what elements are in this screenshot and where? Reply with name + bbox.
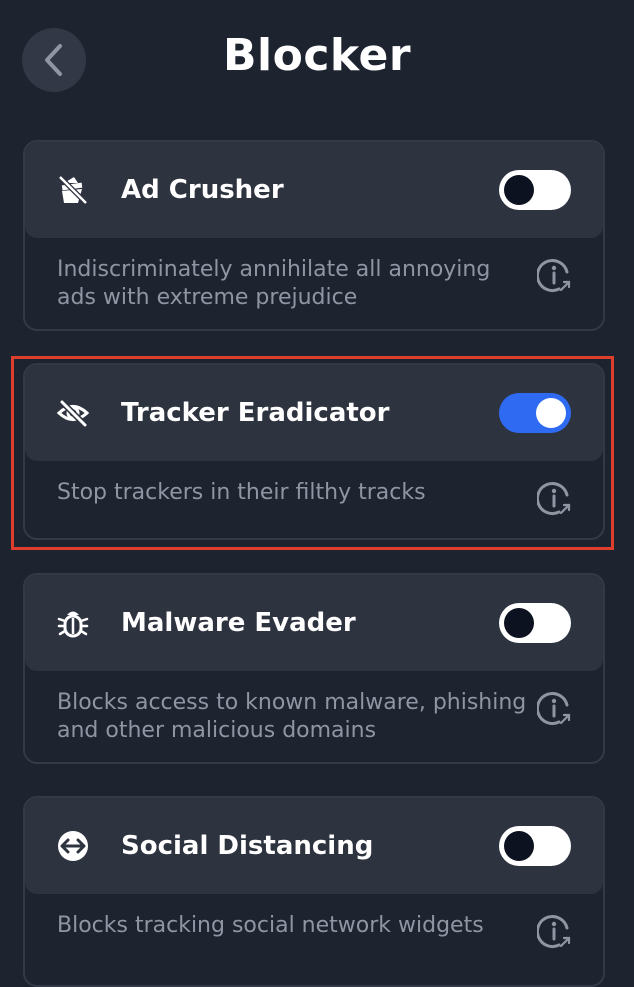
- info-external-icon[interactable]: [535, 914, 573, 950]
- card-description: Blocks access to known malware, phishing…: [57, 690, 527, 743]
- card-title: Tracker Eradicator: [121, 398, 390, 428]
- card-description: Stop trackers in their filthy tracks: [57, 480, 426, 505]
- card-header: Tracker Eradicator: [25, 365, 603, 461]
- social-distancing-toggle[interactable]: [499, 826, 571, 866]
- card-header: Ad Crusher: [25, 142, 603, 238]
- card-header: Social Distancing: [25, 798, 603, 894]
- page-title: Blocker: [222, 30, 412, 81]
- card-header: Malware Evader: [25, 575, 603, 671]
- card-title: Malware Evader: [121, 608, 356, 638]
- card-description: Indiscriminately annihilate all annoying…: [57, 257, 491, 310]
- tracker-eradicator-toggle[interactable]: [499, 393, 571, 433]
- info-external-icon[interactable]: [535, 691, 573, 727]
- social-arrows-icon: [55, 828, 91, 864]
- eye-slash-icon: [55, 395, 91, 431]
- blocker-card-malware-evader: Malware Evader Blocks access to known ma…: [23, 573, 605, 764]
- ad-crusher-icon: [55, 172, 91, 208]
- toggle-knob: [504, 831, 534, 861]
- header: Blocker: [0, 0, 634, 118]
- bug-icon: [55, 605, 91, 641]
- toggle-knob: [504, 175, 534, 205]
- toggle-knob: [504, 608, 534, 638]
- info-external-icon[interactable]: [535, 258, 573, 294]
- blocker-card-ad-crusher: Ad Crusher Indiscriminately annihilate a…: [23, 140, 605, 331]
- card-description: Blocks tracking social network widgets: [57, 913, 484, 938]
- ad-crusher-toggle[interactable]: [499, 170, 571, 210]
- toggle-knob: [536, 398, 566, 428]
- blocker-card-social-distancing: Social Distancing Blocks tracking social…: [23, 796, 605, 987]
- card-title: Social Distancing: [121, 831, 374, 861]
- blocker-card-tracker-eradicator: Tracker Eradicator Stop trackers in thei…: [23, 363, 605, 540]
- info-external-icon[interactable]: [535, 481, 573, 517]
- card-title: Ad Crusher: [121, 175, 284, 205]
- malware-evader-toggle[interactable]: [499, 603, 571, 643]
